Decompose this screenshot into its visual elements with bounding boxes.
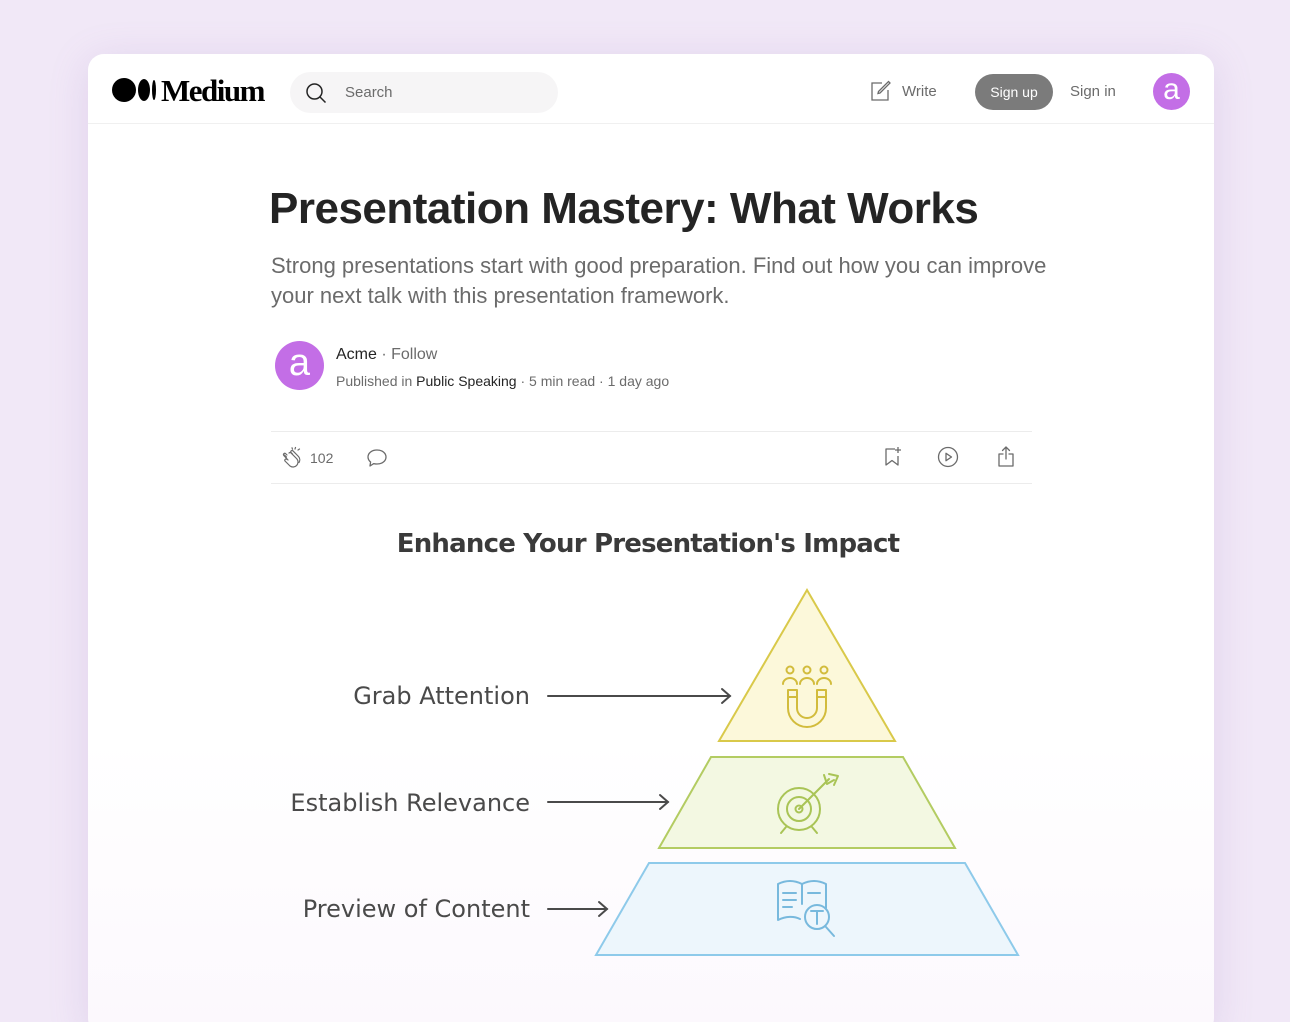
pyramid-level-establish-relevance: Establish Relevance	[290, 756, 957, 849]
read-meta: · 5 min read · 1 day ago	[516, 373, 670, 389]
pyramid-diagram: Enhance Your Presentation's Impact Grab …	[290, 529, 1020, 956]
medium-logo[interactable]: Medium	[112, 72, 265, 108]
play-icon[interactable]	[936, 445, 960, 469]
pyramid-middle-trapezoid	[657, 756, 957, 849]
top-navigation-bar: Medium Write Sign up Sign in a	[88, 54, 1214, 124]
arrow-establish-relevance	[547, 794, 670, 810]
medium-logo-mark-icon	[112, 78, 156, 102]
arrow-grab-attention	[547, 688, 732, 704]
arrow-preview-of-content	[547, 901, 609, 917]
clap-count: 102	[310, 450, 334, 466]
article-subtitle: Strong presentations start with good pre…	[271, 253, 1047, 308]
bookmark-add-icon[interactable]	[880, 445, 904, 469]
pyramid-level-grab-attention: Grab Attention	[353, 588, 897, 742]
sign-up-button[interactable]: Sign up	[975, 74, 1053, 110]
level-label-preview-of-content: Preview of Content	[303, 895, 530, 923]
article-action-bar: 102	[271, 431, 1032, 484]
separator-dot: ·	[376, 346, 392, 363]
user-avatar[interactable]: a	[1153, 73, 1190, 110]
level-label-grab-attention: Grab Attention	[353, 682, 530, 710]
search-icon	[306, 82, 327, 103]
logo-text: Medium	[161, 72, 265, 108]
browser-window: Medium Write Sign up Sign in a Presentat…	[88, 54, 1214, 1022]
search-input[interactable]	[345, 84, 535, 101]
publication-line: Published in Public Speaking · 5 min rea…	[336, 373, 669, 389]
follow-link[interactable]: Follow	[391, 346, 437, 363]
level-label-establish-relevance: Establish Relevance	[290, 789, 530, 817]
write-button[interactable]: Write	[868, 79, 937, 103]
author-avatar[interactable]: a	[275, 341, 324, 390]
publication-link[interactable]: Public Speaking	[416, 373, 516, 389]
article-title: Presentation Mastery: What Works	[269, 184, 979, 233]
clap-icon	[282, 446, 301, 468]
write-label: Write	[902, 82, 937, 100]
write-icon	[871, 80, 891, 101]
author-name[interactable]: Acme	[336, 346, 377, 363]
comment-icon[interactable]	[365, 446, 389, 470]
author-line: Acme · Follow	[336, 346, 437, 364]
share-icon[interactable]	[994, 445, 1018, 469]
pyramid-level-preview-of-content: Preview of Content	[303, 862, 1020, 956]
sign-in-link[interactable]: Sign in	[1070, 83, 1116, 100]
published-prefix: Published in	[336, 373, 417, 389]
diagram-title: Enhance Your Presentation's Impact	[397, 529, 900, 559]
search-bar[interactable]	[290, 72, 558, 113]
clap-button[interactable]: 102	[280, 446, 333, 470]
